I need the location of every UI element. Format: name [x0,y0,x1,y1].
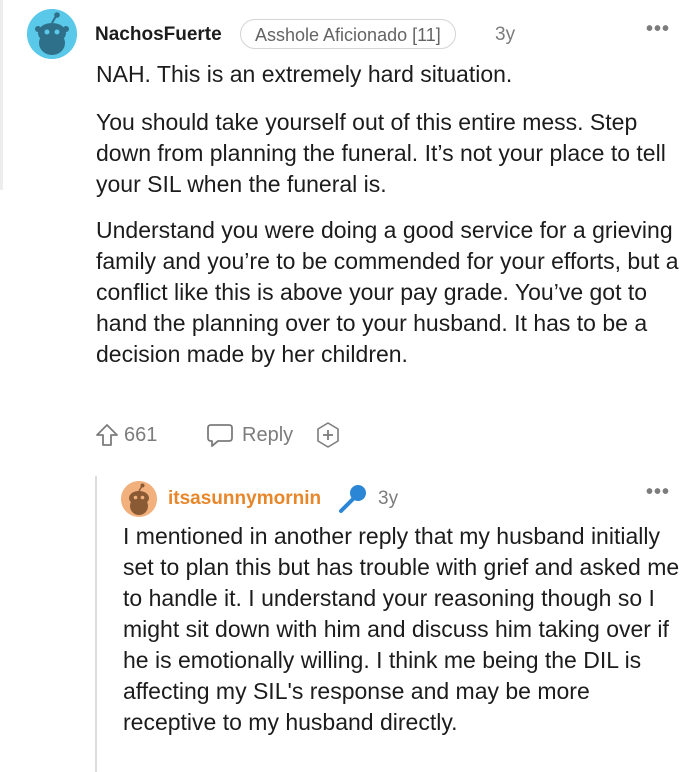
upvote-arrow-icon [96,424,118,446]
comment-username[interactable]: NachosFuerte [95,24,222,46]
comment-paragraph: NAH. This is an extremely hard situation… [96,59,696,90]
comment-age: 3y [495,24,516,45]
comment-paragraph-text: NAH. This is an extremely hard situation… [96,61,513,87]
more-options-icon[interactable]: ••• [646,18,670,41]
reply-age: 3y [378,488,399,509]
snoo-avatar-icon [27,9,77,59]
reply-body: I mentioned in another reply that my hus… [123,521,683,738]
reply-avatar[interactable] [121,481,157,517]
comment-paragraph-text: You should take yourself out of this ent… [96,109,666,197]
microphone-icon [339,485,366,513]
reply-username[interactable]: itsasunnymornin [168,488,321,510]
award-icon [317,422,339,448]
snoo-avatar-icon [121,481,157,517]
chat-bubble-icon [207,424,233,447]
comment-paragraph: You should take yourself out of this ent… [96,107,686,200]
comment-paragraph: Understand you were doing a good service… [96,215,686,370]
upvote-count: 661 [124,423,158,446]
avatar[interactable] [27,9,77,59]
comment-actions: 661 Reply [94,419,494,451]
reply-body-text: I mentioned in another reply that my hus… [123,523,680,735]
reply-label: Reply [242,423,294,446]
comment-paragraph-text: Understand you were doing a good service… [96,217,679,367]
upvote-button[interactable]: 661 [94,419,157,451]
thread-line [0,0,3,190]
more-options-icon[interactable]: ••• [646,481,670,504]
user-flair: Asshole Aficionado [11] [240,19,456,49]
reply-button[interactable]: Reply [206,419,293,451]
award-button[interactable] [314,419,342,451]
reply-thread-line[interactable] [95,476,97,772]
